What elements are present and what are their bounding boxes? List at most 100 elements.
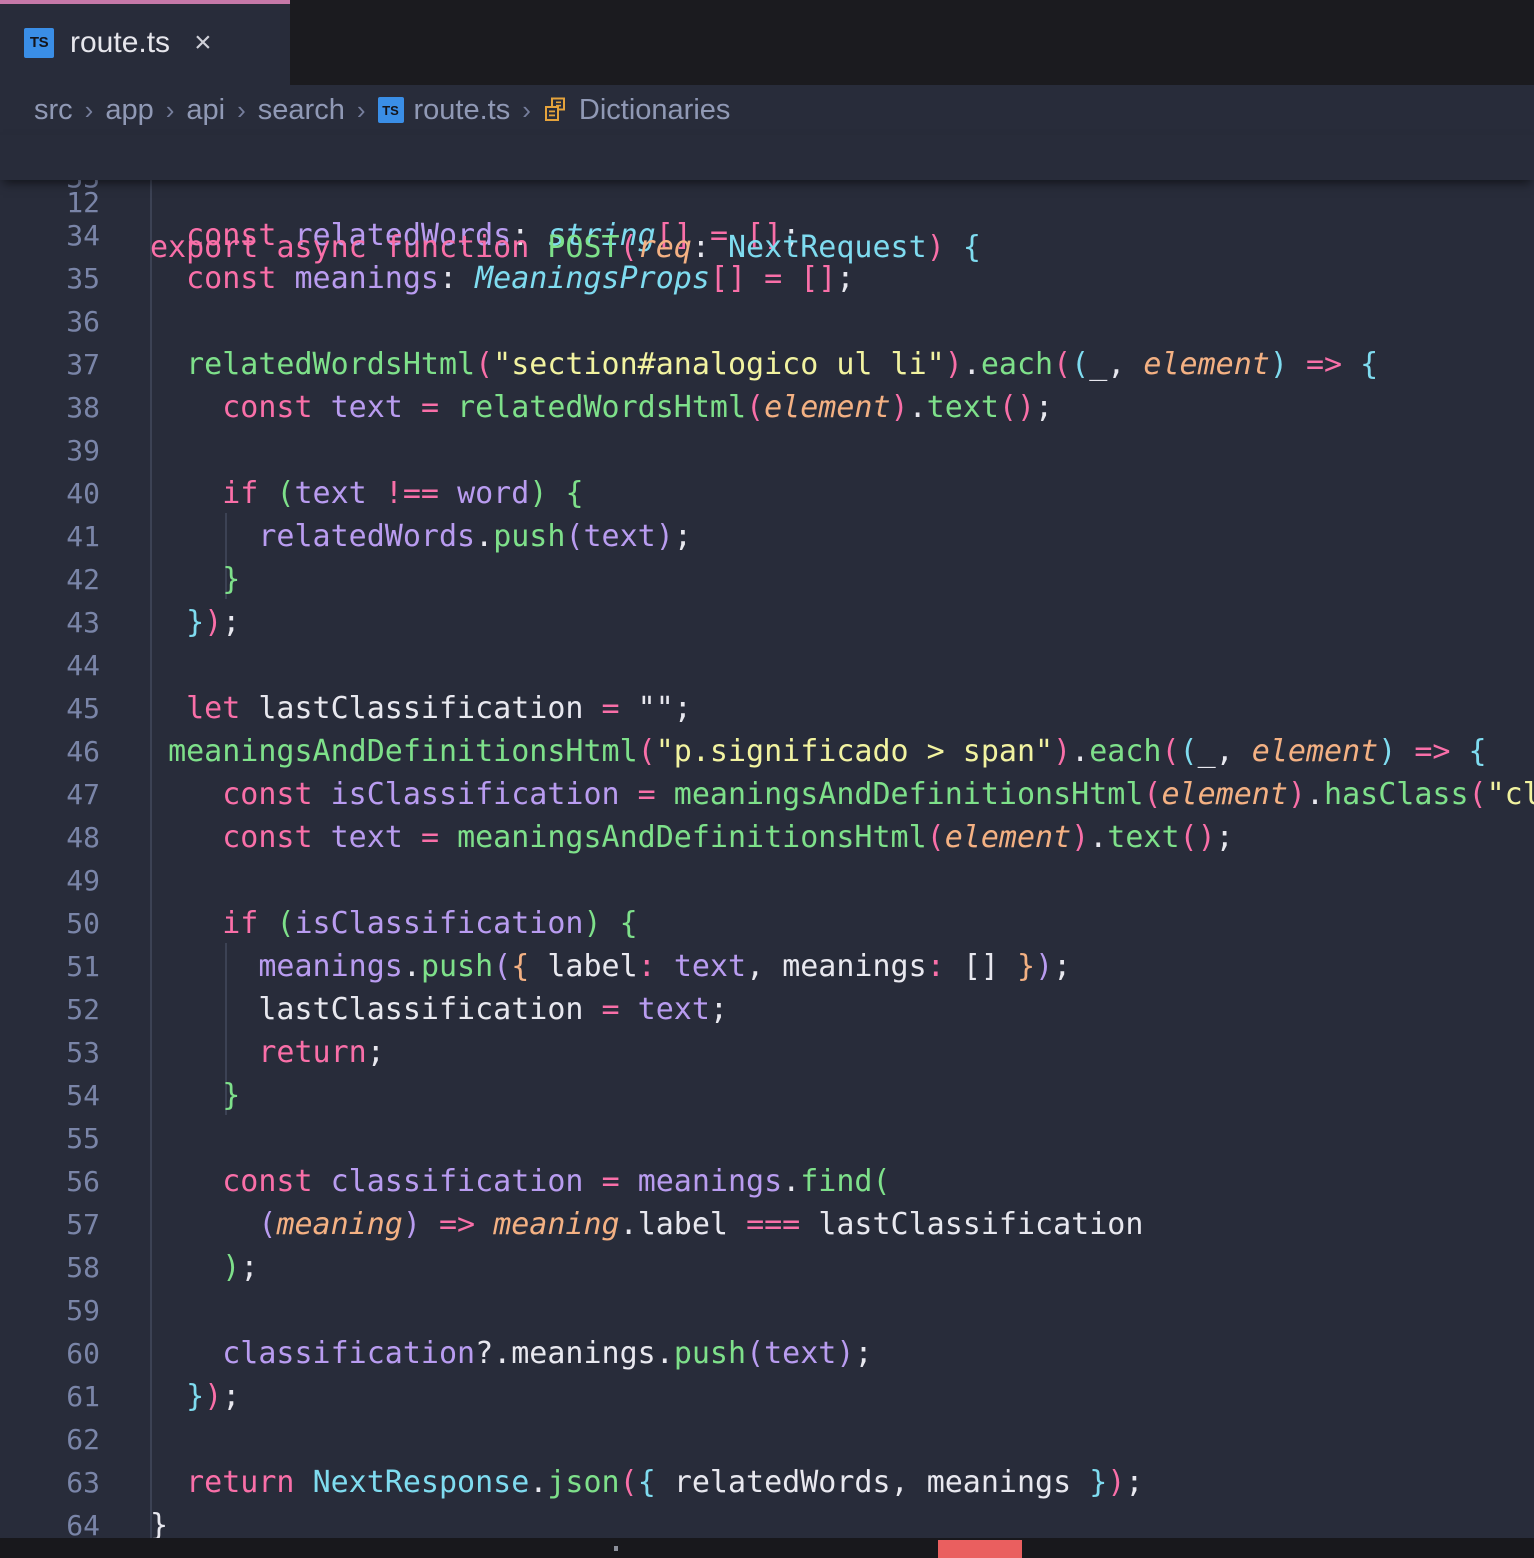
code-line[interactable]: 48 const text = meaningsAndDefinitionsHt… bbox=[0, 816, 1534, 859]
code-token bbox=[258, 906, 276, 941]
code-token: ) bbox=[403, 1207, 421, 1242]
code-token: [] bbox=[963, 949, 999, 984]
breadcrumb-item-dictionaries[interactable]: Dictionaries bbox=[579, 94, 731, 127]
code-token: = bbox=[421, 820, 439, 855]
code-token bbox=[150, 1207, 258, 1242]
status-bar[interactable] bbox=[0, 1538, 1534, 1558]
code-token: meanings bbox=[782, 949, 927, 984]
code-token: ; bbox=[1053, 949, 1071, 984]
code-line[interactable]: 64} bbox=[0, 1504, 1534, 1538]
code-text: classification?.meanings.push(text); bbox=[150, 1332, 873, 1375]
code-token: ) bbox=[204, 1379, 222, 1414]
code-text: relatedWords.push(text); bbox=[150, 515, 692, 558]
breadcrumb-item-route-ts[interactable]: route.ts bbox=[414, 94, 511, 127]
code-line[interactable]: 46 meaningsAndDefinitionsHtml("p.signifi… bbox=[0, 730, 1534, 773]
code-line[interactable]: 38 const text = relatedWordsHtml(element… bbox=[0, 386, 1534, 429]
code-line[interactable]: 39 bbox=[0, 429, 1534, 472]
code-line[interactable]: 41 relatedWords.push(text); bbox=[0, 515, 1534, 558]
code-line[interactable]: 42 } bbox=[0, 558, 1534, 601]
code-token: === bbox=[746, 1207, 800, 1242]
code-token: ; bbox=[674, 519, 692, 554]
code-token: lastClassification bbox=[258, 691, 583, 726]
line-number: 58 bbox=[0, 1246, 100, 1289]
code-token: ; bbox=[854, 1336, 872, 1371]
code-token bbox=[764, 949, 782, 984]
close-icon[interactable]: × bbox=[194, 28, 212, 58]
code-line[interactable]: 54 } bbox=[0, 1074, 1534, 1117]
code-token: } bbox=[186, 1379, 204, 1414]
sticky-scroll-header[interactable]: 12 export async function POST(req: NextR… bbox=[0, 135, 1534, 180]
code-line[interactable]: 45 let lastClassification = ""; bbox=[0, 687, 1534, 730]
tab-route-ts[interactable]: TS route.ts × bbox=[0, 0, 290, 85]
code-line[interactable]: 47 const isClassification = meaningsAndD… bbox=[0, 773, 1534, 816]
code-token: ; bbox=[222, 605, 240, 640]
breadcrumb-separator-icon: › bbox=[85, 95, 94, 126]
code-token bbox=[150, 1078, 222, 1113]
code-text: (meaning) => meaning.label === lastClass… bbox=[150, 1203, 1143, 1246]
code-line[interactable]: 61 }); bbox=[0, 1375, 1534, 1418]
code-token bbox=[656, 1465, 674, 1500]
code-line[interactable]: 56 const classification = meanings.find( bbox=[0, 1160, 1534, 1203]
code-token: ; bbox=[367, 1035, 385, 1070]
code-token bbox=[258, 230, 276, 265]
code-text: const text = meaningsAndDefinitionsHtml(… bbox=[150, 816, 1234, 859]
code-token bbox=[620, 1164, 638, 1199]
code-token bbox=[295, 1465, 313, 1500]
code-token: text bbox=[674, 949, 746, 984]
code-token: , bbox=[1107, 347, 1125, 382]
code-line[interactable]: 58 ); bbox=[0, 1246, 1534, 1289]
code-token: meaningsAndDefinitionsHtml bbox=[457, 820, 927, 855]
code-text: } bbox=[150, 558, 240, 601]
line-number: 62 bbox=[0, 1418, 100, 1461]
line-number: 56 bbox=[0, 1160, 100, 1203]
code-token: meaningsAndDefinitionsHtml bbox=[674, 777, 1144, 812]
code-line[interactable]: 53 return; bbox=[0, 1031, 1534, 1074]
line-number: 53 bbox=[0, 1031, 100, 1074]
breadcrumb-item-search[interactable]: search bbox=[258, 94, 345, 127]
code-line[interactable]: 37 relatedWordsHtml("section#analogico u… bbox=[0, 343, 1534, 386]
code-token: meanings bbox=[927, 1465, 1072, 1500]
code-token: ) bbox=[529, 476, 547, 511]
code-token: ( bbox=[1161, 734, 1179, 769]
code-line[interactable]: 43 }); bbox=[0, 601, 1534, 644]
code-token bbox=[620, 992, 638, 1027]
tab-bar: TS route.ts × bbox=[0, 0, 1534, 85]
code-token: => bbox=[1306, 347, 1342, 382]
code-token: text bbox=[638, 992, 710, 1027]
status-accent-badge[interactable] bbox=[938, 1540, 1022, 1558]
code-line[interactable]: 51 meanings.push({ label: text, meanings… bbox=[0, 945, 1534, 988]
code-token: lastClassification bbox=[818, 1207, 1143, 1242]
code-line[interactable]: 62 bbox=[0, 1418, 1534, 1461]
code-editor[interactable]: 3334 const relatedWords: string[] = [];3… bbox=[0, 180, 1534, 1538]
code-line[interactable]: 60 classification?.meanings.push(text); bbox=[0, 1332, 1534, 1375]
breadcrumb-item-app[interactable]: app bbox=[105, 94, 153, 127]
code-line[interactable]: 40 if (text !== word) { bbox=[0, 472, 1534, 515]
code-token: each bbox=[1089, 734, 1161, 769]
code-token: NextRequest bbox=[728, 230, 927, 265]
code-line[interactable]: 52 lastClassification = text; bbox=[0, 988, 1534, 1031]
line-number: 41 bbox=[0, 515, 100, 558]
code-token bbox=[1234, 734, 1252, 769]
code-line[interactable]: 36 bbox=[0, 300, 1534, 343]
code-line[interactable]: 49 bbox=[0, 859, 1534, 902]
code-token: ( bbox=[475, 347, 493, 382]
breadcrumb-item-api[interactable]: api bbox=[186, 94, 225, 127]
code-token bbox=[150, 519, 258, 554]
code-line[interactable]: 50 if (isClassification) { bbox=[0, 902, 1534, 945]
code-token bbox=[583, 691, 601, 726]
line-number: 37 bbox=[0, 343, 100, 386]
code-line[interactable]: 63 return NextResponse.json({ relatedWor… bbox=[0, 1461, 1534, 1504]
code-line[interactable]: 55 bbox=[0, 1117, 1534, 1160]
code-token: , bbox=[891, 1465, 909, 1500]
code-line[interactable]: 33 bbox=[0, 180, 1534, 214]
code-token: ( bbox=[276, 906, 294, 941]
line-number: 55 bbox=[0, 1117, 100, 1160]
breadcrumb-item-src[interactable]: src bbox=[34, 94, 73, 127]
code-line[interactable]: 44 bbox=[0, 644, 1534, 687]
code-line[interactable]: 59 bbox=[0, 1289, 1534, 1332]
code-line[interactable]: 57 (meaning) => meaning.label === lastCl… bbox=[0, 1203, 1534, 1246]
code-token bbox=[240, 691, 258, 726]
code-token: lastClassification bbox=[258, 992, 583, 1027]
breadcrumb-separator-icon: › bbox=[237, 95, 246, 126]
code-text: }); bbox=[150, 601, 240, 644]
